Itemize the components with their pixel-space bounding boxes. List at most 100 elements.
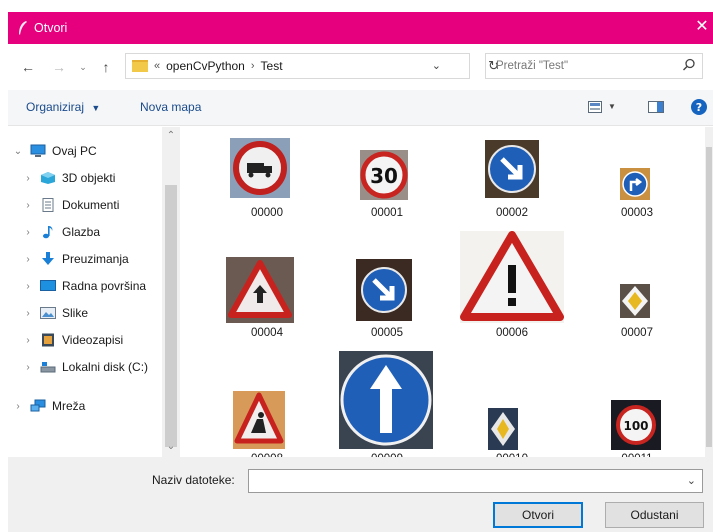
breadcrumb-separator-icon: › <box>250 60 255 72</box>
up-arrow-icon[interactable]: ↑ <box>96 58 116 76</box>
file-item[interactable]: 00007 <box>582 247 682 347</box>
expanded-chevron-icon[interactable]: ⌄ <box>12 146 24 157</box>
file-name: 00007 <box>621 327 653 339</box>
tree-item-label: Ovaj PC <box>52 144 97 158</box>
keep-right-sign-icon <box>356 259 412 321</box>
filename-dropdown-icon[interactable]: ⌄ <box>687 474 696 487</box>
recent-locations-chevron-icon[interactable]: ⌄ <box>76 58 90 76</box>
scroll-down-icon[interactable]: ⌄ <box>162 441 180 455</box>
3d-objects-icon <box>41 172 55 184</box>
address-field[interactable]: « openCvPython › Test ⌄ ↻ <box>125 53 499 79</box>
scrollbar-thumb[interactable] <box>706 147 712 447</box>
file-item[interactable]: 00004 <box>197 247 297 347</box>
preview-pane-icon[interactable] <box>648 101 664 113</box>
warning-triangle-sign-icon <box>226 257 294 323</box>
search-input[interactable]: Pretraži "Test" <box>485 53 703 79</box>
tree-item-label: Mreža <box>52 399 86 413</box>
file-name: 00005 <box>371 327 403 339</box>
file-item[interactable]: 00000 <box>197 127 297 227</box>
collapsed-chevron-icon[interactable]: › <box>12 401 24 412</box>
tree-item-local-disk[interactable]: › Lokalni disk (C:) <box>22 356 148 378</box>
collapsed-chevron-icon[interactable]: › <box>22 173 34 184</box>
file-item[interactable]: 00002 <box>452 127 552 227</box>
tree-item-network[interactable]: › Mreža <box>12 395 85 417</box>
file-item[interactable]: 00005 <box>327 247 427 347</box>
road-work-sign-icon <box>233 391 285 449</box>
collapsed-chevron-icon[interactable]: › <box>22 362 34 373</box>
file-item[interactable]: 00008 <box>197 367 297 457</box>
scrollbar-thumb[interactable] <box>165 185 177 447</box>
tree-item-label: Radna površina <box>62 279 147 293</box>
collapsed-chevron-icon[interactable]: › <box>22 200 34 211</box>
file-item[interactable]: 00003 <box>582 127 682 227</box>
general-caution-sign-icon <box>460 231 564 323</box>
collapsed-chevron-icon[interactable]: › <box>22 308 34 319</box>
search-icon <box>683 58 695 71</box>
file-name: 00000 <box>251 207 283 219</box>
organize-button[interactable]: Organiziraj ▼ <box>26 100 100 114</box>
overflow-chevron[interactable]: « <box>154 60 160 72</box>
music-icon <box>43 226 53 239</box>
computer-icon <box>30 144 46 157</box>
videos-icon <box>42 333 54 347</box>
collapsed-chevron-icon[interactable]: › <box>22 227 34 238</box>
tree-item-label: Lokalni disk (C:) <box>62 360 149 374</box>
file-item[interactable]: 100 00011 <box>582 367 682 457</box>
file-list: 00000 30 00001 00002 00003 00004 00005 0… <box>182 127 705 457</box>
tree-item-label: Videozapisi <box>62 333 124 347</box>
desktop-icon <box>40 280 56 291</box>
new-folder-button[interactable]: Nova mapa <box>140 100 201 114</box>
downloads-icon <box>42 252 54 265</box>
scroll-up-icon[interactable]: ⌃ <box>162 130 180 144</box>
keep-right-sign-icon <box>485 140 539 198</box>
file-item[interactable]: 00009 <box>327 351 437 457</box>
close-button[interactable]: ✕ <box>693 18 711 36</box>
breadcrumb-test[interactable]: Test <box>261 59 283 73</box>
filename-input[interactable]: ⌄ <box>248 469 703 493</box>
help-icon[interactable]: ? <box>691 99 707 115</box>
speed-limit-30-sign-icon: 30 <box>360 150 408 200</box>
open-button[interactable]: Otvori <box>493 502 583 528</box>
file-list-scrollbar[interactable] <box>705 127 713 457</box>
navigation-pane: ⌄ Ovaj PC › 3D objekti › Dokumenti › Gla… <box>8 127 182 457</box>
tree-item-videos[interactable]: › Videozapisi <box>22 329 123 351</box>
tree-item-downloads[interactable]: › Preuzimanja <box>22 248 129 270</box>
tree-item-3d-objects[interactable]: › 3D objekti <box>22 167 115 189</box>
breadcrumb-opencvpython[interactable]: openCvPython <box>166 59 245 73</box>
tree-item-label: Preuzimanja <box>62 252 129 266</box>
address-dropdown-icon[interactable]: ⌄ <box>432 59 441 72</box>
file-item[interactable]: 00006 <box>452 227 564 347</box>
collapsed-chevron-icon[interactable]: › <box>22 281 34 292</box>
file-name: 00006 <box>496 327 528 339</box>
forward-arrow-icon[interactable]: → <box>50 58 68 76</box>
tree-item-desktop[interactable]: › Radna površina <box>22 275 146 297</box>
collapsed-chevron-icon[interactable]: › <box>22 335 34 346</box>
file-name: 00001 <box>371 207 403 219</box>
command-bar: Organiziraj ▼ Nova mapa ▼ ? <box>8 90 713 126</box>
back-arrow-icon[interactable]: ← <box>18 58 38 76</box>
file-item[interactable]: 30 00001 <box>327 127 427 227</box>
folder-icon <box>132 60 148 72</box>
svg-text:30: 30 <box>370 164 398 188</box>
cancel-button[interactable]: Odustani <box>605 502 704 528</box>
tree-item-label: 3D objekti <box>62 171 116 185</box>
no-trucks-sign-icon <box>230 138 290 198</box>
file-name: 00004 <box>251 327 283 339</box>
tree-item-this-pc[interactable]: ⌄ Ovaj PC <box>12 140 97 162</box>
svg-text:?: ? <box>696 101 702 114</box>
navigation-scrollbar[interactable]: ⌃ ⌄ <box>162 127 180 457</box>
documents-icon <box>42 198 54 212</box>
tree-item-music[interactable]: › Glazba <box>22 221 100 243</box>
ahead-only-sign-icon <box>339 351 433 449</box>
tree-item-label: Glazba <box>62 225 101 239</box>
organize-label: Organiziraj <box>26 100 85 114</box>
feather-icon <box>19 21 27 35</box>
file-item[interactable]: 00010 <box>452 367 552 457</box>
network-icon <box>30 399 46 412</box>
view-options-icon[interactable] <box>588 101 602 113</box>
tree-item-pictures[interactable]: › Slike <box>22 302 88 324</box>
collapsed-chevron-icon[interactable]: › <box>22 254 34 265</box>
tree-item-documents[interactable]: › Dokumenti <box>22 194 119 216</box>
pictures-icon <box>40 307 56 319</box>
view-dropdown-icon[interactable]: ▼ <box>608 102 616 111</box>
